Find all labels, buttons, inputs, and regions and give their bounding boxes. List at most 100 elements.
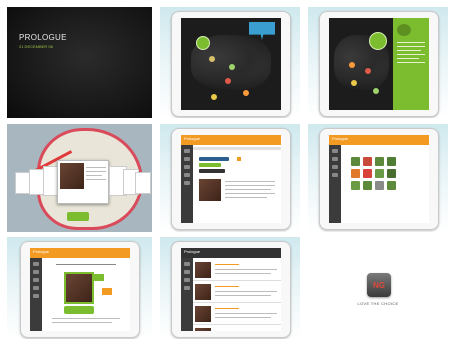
ipad-frame: Prologue [171, 241, 291, 338]
ipad-frame: Prologue [171, 128, 291, 230]
app-brand: Prologue [332, 136, 349, 141]
list-item[interactable] [193, 260, 281, 281]
list-title-line [215, 308, 239, 309]
panel-text-line [397, 46, 425, 47]
tab-strip[interactable] [193, 147, 281, 150]
sidebar-button[interactable] [184, 262, 190, 266]
title-card-subtitle: 21 DECEMBER 06 [19, 44, 53, 49]
map-pin[interactable] [225, 78, 231, 84]
sidebar-button[interactable] [33, 286, 39, 290]
info-bar-dark [199, 169, 225, 173]
profile-text-line [225, 185, 275, 186]
green-marker[interactable] [369, 32, 387, 50]
grid-icon[interactable] [351, 169, 360, 178]
green-tag [64, 306, 94, 314]
profile-text-line [225, 189, 271, 190]
grid-icon[interactable] [363, 181, 372, 190]
ipad-profile-tile: Prologue [160, 124, 300, 232]
app-sidebar [181, 258, 193, 331]
grid-icon[interactable] [375, 181, 384, 190]
app-brand: Prologue [33, 249, 50, 254]
detail-text-line [52, 318, 120, 319]
detail-heading-line [56, 264, 116, 265]
grid-icon[interactable] [363, 157, 372, 166]
sidebar-button[interactable] [33, 270, 39, 274]
list-item[interactable] [193, 326, 281, 331]
list-photo [195, 328, 211, 331]
sidebar-button[interactable] [184, 173, 190, 177]
grid-icon[interactable] [387, 157, 396, 166]
green-info-panel [393, 18, 429, 110]
sidebar-button[interactable] [33, 294, 39, 298]
map-screen[interactable] [181, 18, 281, 110]
list-item[interactable] [193, 282, 281, 303]
sidebar-button[interactable] [332, 157, 338, 161]
detail-content [42, 258, 130, 331]
list-text-line [215, 269, 277, 270]
grid-icon[interactable] [375, 157, 384, 166]
card-text-line [86, 175, 102, 176]
map-pin[interactable] [351, 80, 357, 86]
detail-photo [64, 272, 94, 304]
ipad-list-tile: Prologue [160, 237, 300, 339]
card-text-line [86, 167, 106, 168]
map-screen[interactable] [329, 18, 429, 110]
grid-icon[interactable] [351, 181, 360, 190]
green-marker[interactable] [196, 36, 210, 50]
detail-text-line [52, 322, 112, 323]
ipad-map-panel-tile [308, 7, 448, 118]
sidebar-button[interactable] [184, 149, 190, 153]
sidebar-button[interactable] [184, 157, 190, 161]
grid-icon[interactable] [375, 169, 384, 178]
sidebar-button[interactable] [332, 173, 338, 177]
ipad-icon-grid-tile: Prologue [308, 124, 448, 232]
green-tag [94, 274, 104, 281]
map-pin[interactable] [365, 68, 371, 74]
photo-card[interactable] [135, 172, 151, 194]
card-text-line [86, 171, 106, 172]
app-sidebar [30, 258, 42, 331]
featured-card[interactable] [57, 160, 109, 204]
map-pin[interactable] [349, 62, 355, 68]
map-pin[interactable] [209, 56, 215, 62]
sidebar-button[interactable] [33, 278, 39, 282]
list-text-line [215, 291, 277, 292]
icon-grid [341, 145, 429, 223]
map-pin[interactable] [211, 94, 217, 100]
car-badge[interactable] [67, 212, 89, 221]
list-title-line [215, 264, 239, 265]
profile-text-line [225, 181, 275, 182]
app-brand: Prologue [184, 136, 201, 141]
grid-icon[interactable] [387, 169, 396, 178]
list-photo [195, 262, 211, 278]
list-text-line [215, 313, 277, 314]
map-pin[interactable] [229, 64, 235, 70]
panel-text-line [397, 42, 425, 43]
sidebar-button[interactable] [184, 278, 190, 282]
app-brand: Prologue [184, 249, 201, 254]
card-text-line [86, 179, 106, 180]
ipad-detail-tile: Prologue [7, 237, 152, 339]
sidebar-button[interactable] [332, 149, 338, 153]
logo-caption: LOVE THE CHOICE [357, 301, 399, 306]
grid-icon[interactable] [387, 181, 396, 190]
list-title-line [215, 286, 239, 287]
map-pin[interactable] [373, 88, 379, 94]
list-photo [195, 306, 211, 322]
sidebar-button[interactable] [184, 181, 190, 185]
sidebar-button[interactable] [184, 270, 190, 274]
app-screen: Prologue [181, 248, 281, 331]
sidebar-button[interactable] [33, 262, 39, 266]
sidebar-button[interactable] [332, 165, 338, 169]
map-pin[interactable] [243, 90, 249, 96]
ipad-frame [171, 11, 291, 117]
list-item[interactable] [193, 304, 281, 325]
grid-icon[interactable] [363, 169, 372, 178]
sidebar-button[interactable] [184, 165, 190, 169]
sidebar-button[interactable] [184, 286, 190, 290]
app-header: Prologue [181, 135, 281, 145]
app-sidebar [329, 145, 341, 223]
panel-photo [397, 24, 411, 36]
app-header: Prologue [30, 248, 130, 258]
grid-icon[interactable] [351, 157, 360, 166]
